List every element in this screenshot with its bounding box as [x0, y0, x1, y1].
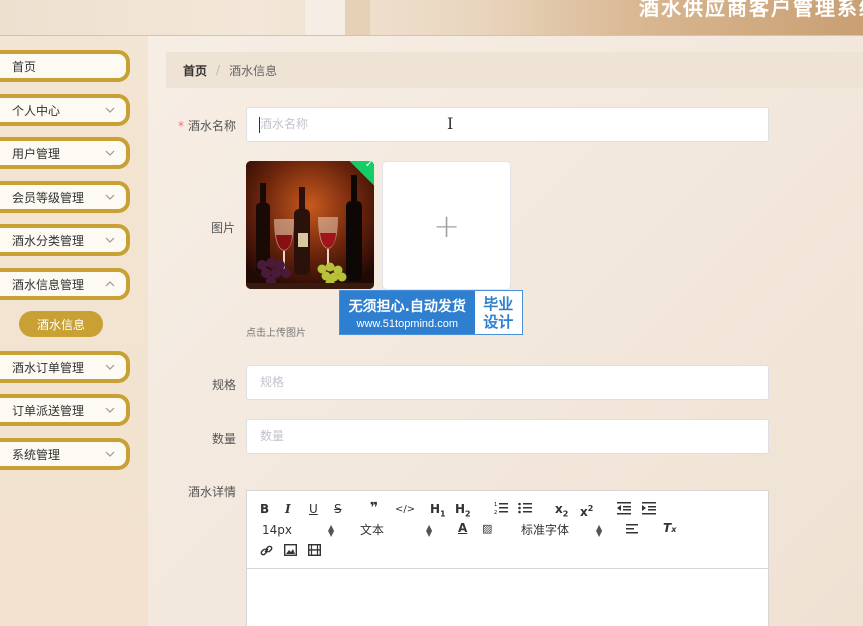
ordered-list-icon[interactable]: 12 — [494, 501, 508, 518]
sidebar-item-home[interactable]: 首页 — [0, 50, 130, 82]
sidebar-item-label: 用户管理 — [12, 146, 61, 161]
chevron-down-icon — [105, 148, 117, 160]
link-icon[interactable] — [260, 544, 273, 560]
image-label: 图片 — [210, 221, 235, 235]
name-input[interactable]: 酒水名称 — [246, 107, 769, 142]
indent-icon[interactable] — [642, 501, 656, 518]
bold-button[interactable]: B — [260, 502, 269, 516]
heading2-button[interactable]: H2 — [455, 502, 471, 521]
heading1-button[interactable]: H1 — [430, 502, 446, 521]
breadcrumb: 首页 / 酒水信息 — [166, 52, 863, 88]
watermark-badge1: 毕业 — [483, 294, 514, 313]
chevron-down-icon — [105, 362, 117, 374]
banner-decoration — [345, 0, 370, 35]
sidebar-item-label: 酒水订单管理 — [12, 360, 85, 375]
rich-text-editor: B I U S ❞ </> H1 H2 12 x2 x2 14px ▲ ▼ 文本… — [246, 490, 769, 626]
sidebar-item-member-level[interactable]: 会员等级管理 — [0, 181, 130, 213]
svg-text:1: 1 — [494, 502, 497, 508]
chevron-up-icon — [105, 279, 117, 291]
chevron-down-icon — [105, 105, 117, 117]
sidebar-item-label: 个人中心 — [12, 103, 61, 118]
sidebar-item-personal-center[interactable]: 个人中心 — [0, 94, 130, 126]
sidebar-item-user-management[interactable]: 用户管理 — [0, 137, 130, 169]
font-family-select[interactable]: 标准字体 — [521, 523, 569, 537]
check-icon: ✓ — [364, 161, 374, 170]
upload-hint: 点击上传图片 — [246, 328, 306, 339]
sidebar: 首页 个人中心 用户管理 会员等级管理 酒水分类管理 酒水信息管理 酒水信息 酒… — [0, 36, 148, 626]
blockquote-icon[interactable]: ❞ — [370, 501, 378, 515]
spec-label: 规格 — [211, 378, 236, 392]
sidebar-subitem-wine-info[interactable]: 酒水信息 — [19, 311, 103, 337]
chevron-down-icon — [105, 405, 117, 417]
background-color-icon[interactable]: ▨ — [482, 522, 492, 536]
align-icon[interactable] — [626, 523, 640, 538]
sidebar-item-delivery[interactable]: 订单派送管理 — [0, 394, 130, 426]
sidebar-item-label: 首页 — [12, 59, 37, 74]
sidebar-item-category[interactable]: 酒水分类管理 — [0, 224, 130, 256]
qty-input[interactable]: 数量 — [246, 419, 769, 454]
image-upload-button[interactable]: + — [382, 161, 511, 290]
editor-content-area[interactable] — [247, 569, 768, 626]
sidebar-item-orders[interactable]: 酒水订单管理 — [0, 351, 130, 383]
editor-toolbar: B I U S ❞ </> H1 H2 12 x2 x2 14px ▲ ▼ 文本… — [247, 491, 768, 569]
required-asterisk: * — [177, 119, 184, 133]
watermark-left: 无须担心.自动发货 www.51topmind.com — [340, 291, 475, 334]
sidebar-item-label: 系统管理 — [12, 447, 61, 462]
select-arrow-icon: ▼ — [426, 529, 433, 538]
font-size-select[interactable]: 14px — [262, 523, 292, 537]
watermark-line1: 无须担心.自动发货 — [348, 298, 466, 315]
clear-format-icon[interactable]: Tx — [663, 521, 676, 537]
subscript-button[interactable]: x2 — [555, 502, 568, 521]
superscript-button[interactable]: x2 — [580, 502, 593, 519]
detail-label: 酒水详情 — [187, 485, 236, 499]
sidebar-item-wine-info[interactable]: 酒水信息管理 — [0, 268, 130, 300]
top-banner: 酒水供应商客户管理系统 — [0, 0, 863, 36]
watermark-right: 毕业 设计 — [474, 291, 522, 334]
text-type-select[interactable]: 文本 — [360, 523, 384, 537]
breadcrumb-home[interactable]: 首页 — [183, 62, 207, 79]
sidebar-item-label: 酒水信息管理 — [12, 277, 85, 292]
qty-label: 数量 — [211, 432, 236, 446]
underline-button[interactable]: U — [309, 502, 318, 516]
select-arrow-icon: ▼ — [328, 529, 335, 538]
font-color-button[interactable]: A — [458, 521, 467, 535]
breadcrumb-current: 酒水信息 — [229, 63, 278, 78]
bullet-list-icon[interactable] — [518, 501, 532, 518]
sidebar-item-system[interactable]: 系统管理 — [0, 438, 130, 470]
spec-input[interactable]: 规格 — [246, 365, 769, 400]
sidebar-item-label: 会员等级管理 — [12, 190, 85, 205]
text-caret — [259, 117, 260, 133]
app-title: 酒水供应商客户管理系统 — [639, 0, 863, 20]
select-arrow-icon: ▼ — [596, 529, 603, 538]
sidebar-item-label: 订单派送管理 — [12, 403, 85, 418]
breadcrumb-separator: / — [216, 63, 221, 77]
uploaded-image-thumbnail[interactable]: ✓ — [246, 161, 374, 289]
mouse-cursor-icon: I — [447, 114, 454, 133]
chevron-down-icon — [105, 192, 117, 204]
wine-photo — [246, 161, 374, 289]
video-icon[interactable] — [307, 543, 322, 559]
italic-button[interactable]: I — [285, 502, 291, 516]
svg-text:2: 2 — [494, 510, 497, 515]
name-label-text: 酒水名称 — [187, 119, 236, 133]
strike-button[interactable]: S — [334, 502, 342, 516]
watermark-line2: www.51topmind.com — [356, 317, 459, 330]
watermark-badge: 无须担心.自动发货 www.51topmind.com 毕业 设计 — [339, 290, 523, 335]
name-label: * 酒水名称 — [156, 117, 236, 134]
sidebar-item-label: 酒水分类管理 — [12, 233, 85, 248]
chevron-down-icon — [105, 235, 117, 247]
plus-icon: + — [433, 206, 460, 245]
code-icon[interactable]: </> — [395, 503, 415, 517]
image-icon[interactable] — [283, 543, 298, 559]
banner-decoration — [305, 0, 345, 35]
outdent-icon[interactable] — [617, 501, 631, 518]
watermark-badge2: 设计 — [483, 312, 514, 331]
chevron-down-icon — [105, 449, 117, 461]
